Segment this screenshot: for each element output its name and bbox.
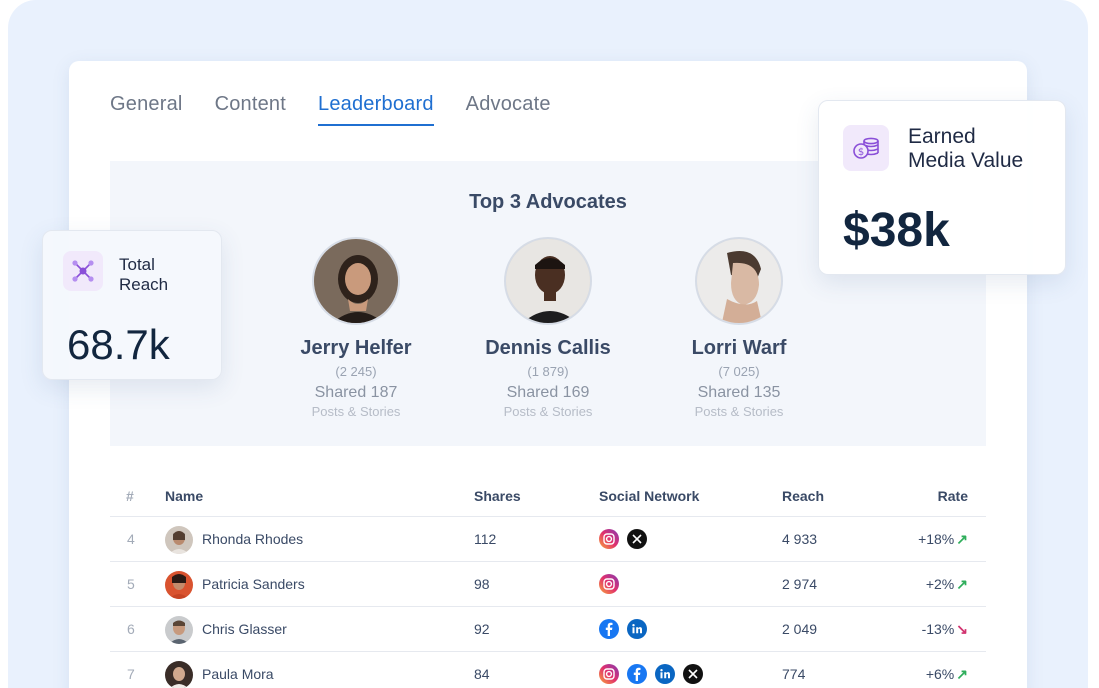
tab-content[interactable]: Content (215, 93, 286, 126)
col-header-name[interactable]: Name (165, 488, 203, 504)
row-reach: 2 974 (782, 576, 818, 592)
label-line: Earned (908, 125, 976, 148)
col-header-rank: # (126, 488, 134, 504)
earned-media-card: $ Earned Media Value $38k (818, 100, 1066, 275)
row-social-networks (599, 574, 619, 594)
advocate-count: (1 879) (527, 364, 569, 379)
row-reach: 2 049 (782, 621, 818, 637)
advocate-photo (312, 237, 400, 325)
row-rank: 6 (127, 621, 135, 637)
row-reach: 774 (782, 666, 806, 682)
trend-down-icon: ↘ (956, 621, 968, 637)
table-row[interactable]: 5 Patricia Sanders 98 2 974 +2% ↗ (110, 562, 986, 607)
avatar (165, 571, 193, 599)
row-rate: -13% ↘ (922, 621, 968, 638)
instagram-icon[interactable] (599, 574, 619, 594)
row-name[interactable]: Patricia Sanders (202, 576, 305, 592)
advocate-count: (7 025) (718, 364, 760, 379)
table-row[interactable]: 4 Rhonda Rhodes 112 4 933 +18% ↗ (110, 517, 986, 562)
rate-value: +2% (925, 576, 955, 592)
row-rate: +2% ↗ (926, 576, 968, 593)
label-line: Media Value (908, 149, 1024, 172)
advocate-name: Dennis Callis (485, 337, 611, 359)
rate-value: +18% (918, 531, 955, 547)
network-icon (63, 251, 103, 291)
row-shares: 84 (474, 666, 490, 682)
total-reach-label: Total Reach (119, 255, 168, 295)
tab-leaderboard[interactable]: Leaderboard (318, 93, 434, 126)
avatar (165, 616, 193, 644)
col-header-shares[interactable]: Shares (474, 488, 521, 504)
advocate-shared: Shared 187 (314, 384, 398, 401)
row-social-networks (599, 619, 647, 639)
linkedin-icon[interactable] (655, 664, 675, 684)
earned-media-value: $38k (843, 204, 950, 257)
advocate-photo (504, 237, 592, 325)
advocate-count: (2 245) (335, 364, 377, 379)
row-rate: +18% ↗ (918, 531, 968, 548)
advocate-card[interactable]: Dennis Callis (1 879) Shared 169 Posts &… (458, 237, 638, 419)
trend-up-icon: ↗ (956, 666, 968, 682)
row-rank: 4 (127, 531, 135, 547)
x-icon[interactable] (627, 529, 647, 549)
col-header-social-network[interactable]: Social Network (599, 488, 699, 504)
x-icon[interactable] (683, 664, 703, 684)
table-row[interactable]: 7 Paula Mora 84 774 +6% ↗ (110, 652, 986, 688)
advocate-posts-label: Posts & Stories (503, 404, 593, 419)
advocate-card[interactable]: Lorri Warf (7 025) Shared 135 Posts & St… (649, 237, 829, 419)
advocate-name: Lorri Warf (691, 337, 787, 359)
tab-advocate[interactable]: Advocate (466, 93, 551, 126)
leaderboard-table: # Name Shares Social Network Reach Rate … (110, 475, 986, 688)
row-name[interactable]: Chris Glasser (202, 621, 287, 637)
col-header-rate[interactable]: Rate (938, 488, 968, 504)
trend-up-icon: ↗ (956, 576, 968, 592)
linkedin-icon[interactable] (627, 619, 647, 639)
table-header: # Name Shares Social Network Reach Rate (110, 475, 986, 517)
avatar (165, 526, 193, 554)
row-rank: 7 (127, 666, 135, 682)
advocate-card[interactable]: Jerry Helfer (2 245) Shared 187 Posts & … (266, 237, 446, 419)
rate-value: -13% (921, 621, 955, 637)
advocate-photo (695, 237, 783, 325)
svg-text:$: $ (858, 147, 864, 158)
avatar (165, 661, 193, 688)
advocate-posts-label: Posts & Stories (311, 404, 401, 419)
instagram-icon[interactable] (599, 529, 619, 549)
trend-up-icon: ↗ (956, 531, 968, 547)
tab-general[interactable]: General (110, 93, 183, 126)
facebook-icon[interactable] (599, 619, 619, 639)
instagram-icon[interactable] (599, 664, 619, 684)
table-row[interactable]: 6 Chris Glasser 92 2 049 -13% ↘ (110, 607, 986, 652)
total-reach-card: Total Reach 68.7k (42, 230, 222, 380)
row-name[interactable]: Paula Mora (202, 666, 274, 682)
earned-media-label: Earned Media Value (908, 125, 1023, 173)
row-shares: 92 (474, 621, 490, 637)
advocate-shared: Shared 135 (697, 384, 781, 401)
facebook-icon[interactable] (627, 664, 647, 684)
col-header-reach[interactable]: Reach (782, 488, 824, 504)
row-name[interactable]: Rhonda Rhodes (202, 531, 303, 547)
tab-bar: General Content Leaderboard Advocate (110, 93, 583, 126)
label-line: Total (119, 255, 155, 274)
row-reach: 4 933 (782, 531, 818, 547)
rate-value: +6% (925, 666, 955, 682)
row-social-networks (599, 529, 647, 549)
row-shares: 112 (474, 531, 497, 547)
advocate-posts-label: Posts & Stories (694, 404, 784, 419)
row-rate: +6% ↗ (926, 666, 968, 683)
advocate-shared: Shared 169 (506, 384, 590, 401)
row-shares: 98 (474, 576, 490, 592)
row-rank: 5 (127, 576, 135, 592)
coins-icon: $ (843, 125, 889, 171)
advocate-name: Jerry Helfer (300, 337, 412, 359)
row-social-networks (599, 664, 703, 684)
label-line: Reach (119, 275, 169, 294)
total-reach-value: 68.7k (67, 321, 170, 368)
